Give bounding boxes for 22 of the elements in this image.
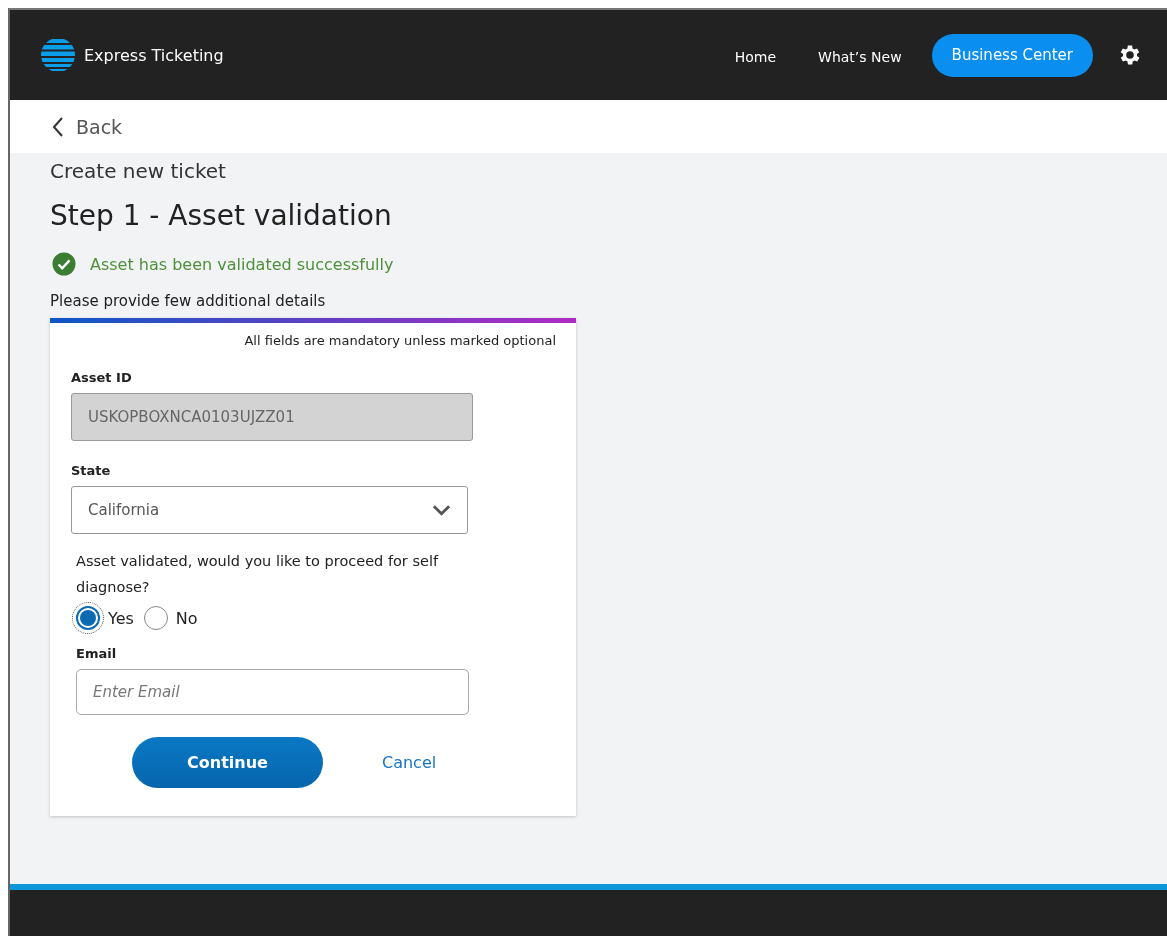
radio-label[interactable]: No [175, 608, 198, 628]
field-label: State [71, 463, 112, 478]
nav-link[interactable]: Home [734, 49, 777, 65]
mandatory-note: All fields are mandatory unless marked optional [243, 333, 556, 348]
cancel-link[interactable]: Cancel [382, 753, 437, 772]
caret-icon [432, 504, 451, 516]
continue-button[interactable]: Continue [132, 737, 323, 788]
field-label: Asset ID [71, 370, 133, 385]
nav-link[interactable]: What’s New [818, 49, 902, 65]
radio-label[interactable]: Yes [108, 608, 134, 628]
globe-logo-icon [40, 37, 76, 73]
email-field[interactable]: Enter Email [76, 669, 469, 715]
state-dropdown[interactable]: California [71, 486, 468, 534]
step-title: Step 1 - Asset validation [50, 199, 393, 232]
question-text: Asset validated, would you like to proceed for self diagnose? [76, 552, 440, 597]
back-link[interactable]: Back [52, 115, 123, 138]
app-title: Express Ticketing [84, 45, 224, 65]
form-intro: Please provide few additional details [50, 292, 327, 310]
success-message: Asset has been validated successfully [90, 254, 394, 274]
check-icon [52, 252, 76, 276]
field-label: Email [76, 646, 118, 661]
page-title: Create new ticket [50, 159, 227, 183]
